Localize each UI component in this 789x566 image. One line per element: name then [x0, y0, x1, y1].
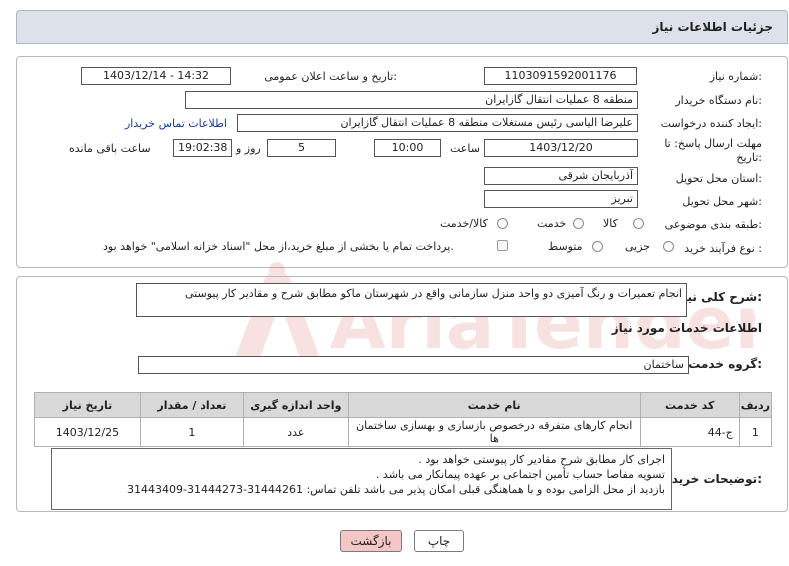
deadline-time-label: ساعت: [450, 142, 480, 155]
col-unit: واحد اندازه گیری: [242, 392, 349, 418]
announce-date-label: تاریخ و ساعت اعلان عمومی:: [264, 70, 397, 83]
creator-label: ایجاد کننده درخواست:: [660, 117, 762, 130]
buyer-notes-label: توضیحات خریدار:: [660, 472, 762, 486]
summary-field: انجام تعمیرات و رنگ آمیزی دو واحد منزل س…: [136, 283, 687, 317]
summary-label: شرح کلی نیاز:: [676, 290, 762, 304]
col-code: کد خدمت: [639, 392, 740, 418]
category-radio-goods[interactable]: [633, 218, 644, 229]
service-group-field: ساختمان: [138, 356, 689, 374]
buyer-notes-line-1: اجرای کار مطابق شرح مقادیر کار پیوستی خو…: [418, 453, 665, 466]
cell-row: 1: [738, 417, 773, 447]
city-label: شهر محل تحویل:: [682, 195, 762, 208]
process-radio-medium[interactable]: [592, 241, 603, 252]
details-title-bar: جزئیات اطلاعات نیاز: [16, 10, 788, 44]
buyer-org-field: منطقه 8 عملیات انتقال گازایران: [185, 91, 638, 109]
days-label: روز و: [236, 142, 261, 155]
remaining-label: ساعت باقی مانده: [69, 142, 151, 155]
process-option-minor: جزیی: [625, 240, 651, 253]
col-row: ردیف: [738, 392, 773, 418]
process-type-label: نوع فرآیند خرید :: [684, 242, 762, 255]
cell-name: انجام کارهای متفرقه درخصوص بازسازی و بهس…: [347, 417, 641, 447]
need-number-label: شماره نیاز:: [709, 70, 762, 83]
deadline-label-line2: تاریخ:: [736, 151, 762, 164]
col-date: تاریخ نیاز: [34, 392, 141, 418]
category-label: طبقه بندی موضوعی:: [664, 218, 762, 231]
treasury-payment-checkbox[interactable]: [497, 240, 508, 251]
remaining-time-field: 19:02:38: [173, 139, 232, 157]
service-group-label: گروه خدمت:: [688, 357, 762, 371]
buyer-org-label: نام دستگاه خریدار:: [675, 94, 762, 107]
col-qty: تعداد / مقدار: [139, 392, 244, 418]
print-button[interactable]: چاپ: [414, 530, 464, 552]
back-button[interactable]: بازگشت: [340, 530, 402, 552]
category-radio-service[interactable]: [573, 218, 584, 229]
city-field: تبریز: [484, 190, 638, 208]
need-number-field: 1103091592001176: [484, 67, 637, 85]
treasury-payment-note: پرداخت تمام یا بخشی از مبلغ خرید،از محل …: [103, 240, 454, 253]
buyer-notes-line-2: تسویه مفاصا حساب تأمین اجتماعی بر عهده پ…: [375, 468, 665, 481]
remaining-days-field: 5: [267, 139, 336, 157]
deadline-time-field: 10:00: [374, 139, 441, 157]
col-name: نام خدمت: [347, 392, 641, 418]
category-option-service: خدمت: [537, 217, 567, 230]
cell-code: ج-44: [639, 417, 740, 447]
cell-qty: 1: [139, 417, 244, 447]
page-title: جزئیات اطلاعات نیاز: [652, 20, 773, 34]
services-table: ردیف کد خدمت نام خدمت واحد اندازه گیری ت…: [34, 392, 773, 447]
deadline-date-field: 1403/12/20: [484, 139, 638, 157]
creator-field: علیرضا الیاسی رئیس مستغلات منطقه 8 عملیا…: [237, 114, 638, 132]
category-option-goods-service: کالا/خدمت: [440, 217, 488, 230]
process-option-medium: متوسط: [548, 240, 583, 253]
category-option-goods: کالا: [603, 217, 618, 230]
process-radio-minor[interactable]: [663, 241, 674, 252]
buyer-contact-link[interactable]: اطلاعات تماس خریدار: [125, 117, 227, 130]
buyer-notes-field: اجرای کار مطابق شرح مقادیر کار پیوستی خو…: [51, 448, 672, 510]
services-section-title: اطلاعات خدمات مورد نیاز: [611, 321, 762, 335]
need-info-panel: [16, 56, 788, 268]
announce-date-field: 1403/12/14 - 14:32: [81, 67, 231, 85]
province-label: استان محل تحویل:: [675, 172, 762, 185]
deadline-label-line1: مهلت ارسال پاسخ: تا: [664, 137, 762, 150]
cell-date: 1403/12/25: [34, 417, 141, 447]
category-radio-goods-service[interactable]: [497, 218, 508, 229]
buyer-notes-line-3: بازدید از محل الزامی بوده و با هماهنگی ق…: [127, 483, 665, 496]
cell-unit: عدد: [242, 417, 349, 447]
table-row: 1 ج-44 انجام کارهای متفرقه درخصوص بازساز…: [34, 417, 773, 447]
services-table-header: ردیف کد خدمت نام خدمت واحد اندازه گیری ت…: [34, 392, 773, 418]
province-field: آذربایجان شرقی: [484, 167, 638, 185]
